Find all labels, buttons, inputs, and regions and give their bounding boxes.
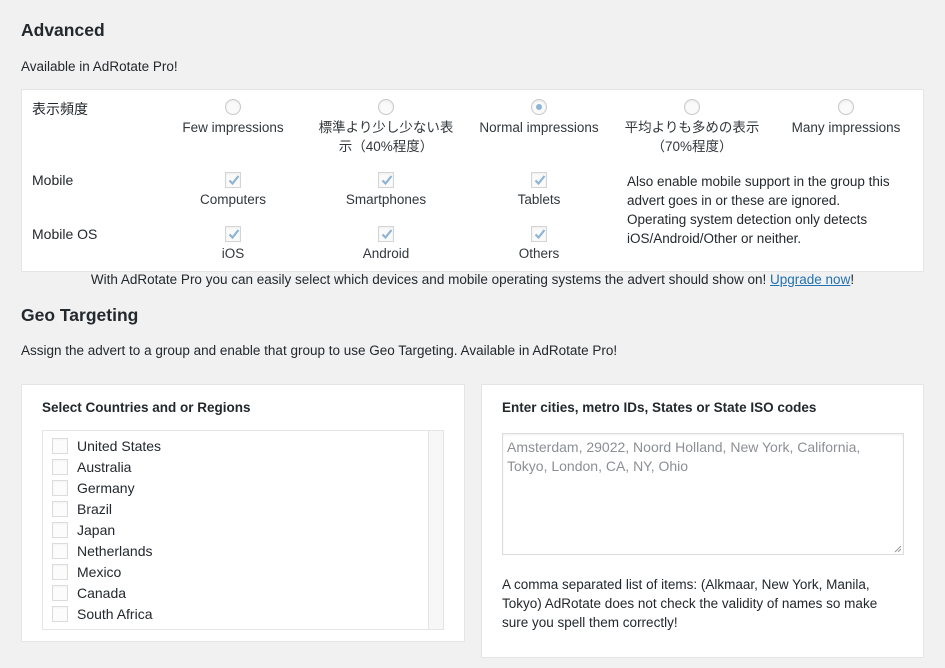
mobile-os-label: Mobile OS — [32, 226, 98, 242]
checkbox-checked-icon[interactable] — [225, 172, 241, 188]
advanced-heading: Advanced — [21, 20, 105, 40]
country-item-brazil[interactable]: Brazil — [52, 498, 112, 519]
radio-icon[interactable] — [684, 99, 700, 115]
country-item-canada[interactable]: Canada — [52, 582, 126, 603]
checkbox-icon[interactable] — [52, 605, 68, 622]
country-item-south-africa[interactable]: South Africa — [52, 603, 153, 624]
geo-targeting-heading: Geo Targeting — [21, 305, 139, 325]
mobile-os-option-android[interactable]: Android — [335, 226, 437, 263]
country-item-united-states[interactable]: United States — [52, 435, 161, 456]
frequency-option-less-than-normal[interactable]: 標準より少し少ない表 示（40%程度） — [315, 99, 457, 156]
advanced-options-panel: 表示頻度 Few impressions 標準より少し少ない表 示（40%程度）… — [21, 89, 924, 272]
country-item-mexico[interactable]: Mexico — [52, 561, 121, 582]
cities-title: Enter cities, metro IDs, States or State… — [502, 400, 817, 415]
checkbox-icon[interactable] — [52, 479, 68, 496]
checkbox-checked-icon[interactable] — [531, 172, 547, 188]
cities-card: Enter cities, metro IDs, States or State… — [481, 384, 924, 658]
checkbox-checked-icon[interactable] — [531, 226, 547, 242]
mobile-option-computers[interactable]: Computers — [182, 172, 284, 209]
mobile-option-smartphones[interactable]: Smartphones — [335, 172, 437, 209]
geo-targeting-description: Assign the advert to a group and enable … — [21, 343, 618, 358]
resize-handle-icon[interactable] — [893, 544, 902, 553]
frequency-option-many[interactable]: Many impressions — [784, 99, 908, 137]
checkbox-icon[interactable] — [52, 458, 68, 475]
checkbox-icon[interactable] — [52, 500, 68, 517]
country-item-germany[interactable]: Germany — [52, 477, 135, 498]
radio-icon[interactable] — [225, 99, 241, 115]
advanced-availability-text: Available in AdRotate Pro! — [21, 59, 178, 74]
mobile-option-tablets[interactable]: Tablets — [488, 172, 590, 209]
upgrade-now-link[interactable]: Upgrade now — [770, 272, 850, 287]
checkbox-icon[interactable] — [52, 437, 68, 454]
mobile-label: Mobile — [32, 172, 74, 188]
upgrade-promo: With AdRotate Pro you can easily select … — [90, 272, 855, 287]
checkbox-checked-icon[interactable] — [378, 226, 394, 242]
country-item-australia[interactable]: Australia — [52, 456, 131, 477]
radio-selected-icon[interactable] — [531, 99, 547, 115]
cities-input[interactable]: Amsterdam, 29022, Noord Holland, New Yor… — [502, 433, 904, 555]
checkbox-icon[interactable] — [52, 542, 68, 559]
mobile-os-option-others[interactable]: Others — [488, 226, 590, 263]
frequency-option-more-than-normal[interactable]: 平均よりも多めの表示 （70%程度） — [622, 99, 762, 156]
mobile-support-note: Also enable mobile support in the group … — [627, 174, 890, 246]
frequency-option-normal[interactable]: Normal impressions — [475, 99, 603, 137]
frequency-label: 表示頻度 — [32, 101, 88, 117]
countries-title: Select Countries and or Regions — [42, 400, 251, 415]
checkbox-checked-icon[interactable] — [378, 172, 394, 188]
country-item-japan[interactable]: Japan — [52, 519, 115, 540]
mobile-os-option-ios[interactable]: iOS — [182, 226, 284, 263]
frequency-option-few[interactable]: Few impressions — [172, 99, 294, 137]
radio-icon[interactable] — [838, 99, 854, 115]
checkbox-icon[interactable] — [52, 584, 68, 601]
checkbox-icon[interactable] — [52, 521, 68, 538]
checkbox-icon[interactable] — [52, 563, 68, 580]
countries-scrollbar[interactable] — [428, 431, 443, 629]
countries-card: Select Countries and or Regions United S… — [21, 384, 465, 642]
checkbox-checked-icon[interactable] — [225, 226, 241, 242]
countries-list[interactable]: United States Australia Germany Brazil J… — [42, 430, 444, 630]
radio-icon[interactable] — [378, 99, 394, 115]
country-item-netherlands[interactable]: Netherlands — [52, 540, 153, 561]
cities-note: A comma separated list of items: (Alkmaa… — [502, 577, 878, 630]
